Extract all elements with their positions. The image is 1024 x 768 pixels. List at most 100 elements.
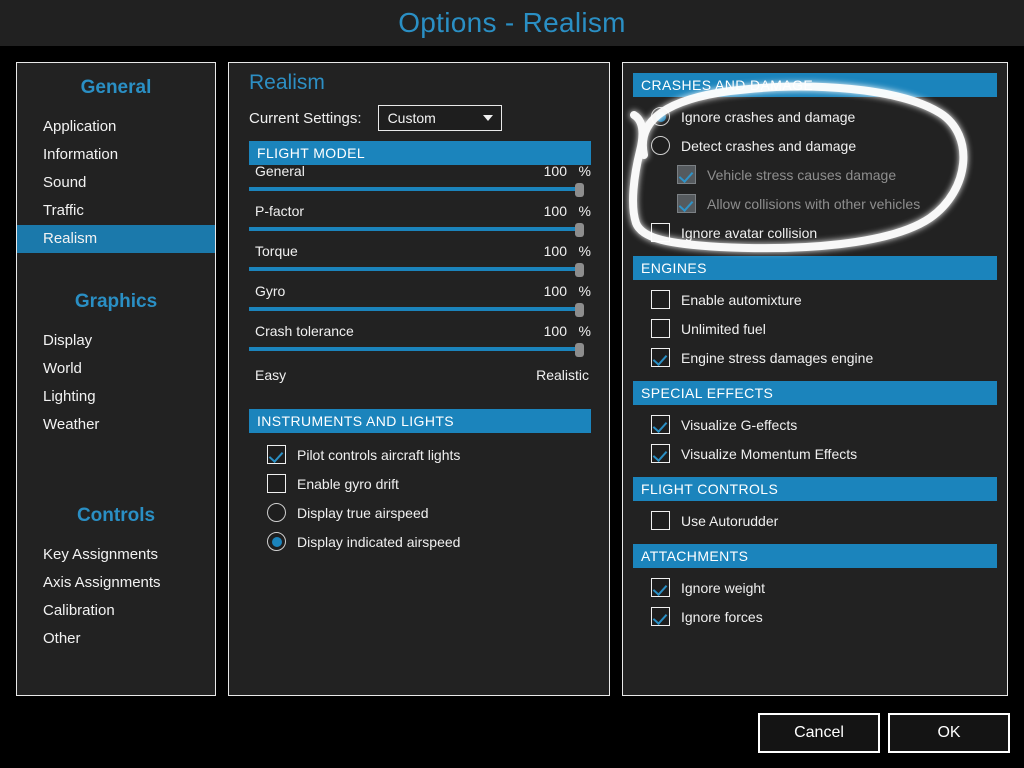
sidebar-item-axis-assignments[interactable]: Axis Assignments <box>17 569 215 597</box>
panel-title: Realism <box>249 71 325 94</box>
current-settings-row: Current Settings: Custom <box>249 105 502 131</box>
checkbox-icon[interactable] <box>651 348 670 367</box>
option-use-autorudder[interactable]: Use Autorudder <box>651 511 1007 530</box>
radio-icon[interactable] <box>267 532 286 551</box>
checkbox-icon[interactable] <box>651 511 670 530</box>
radio-icon[interactable] <box>651 107 670 126</box>
option-enable-gyro-drift[interactable]: Enable gyro drift <box>267 474 597 493</box>
realism-settings-panel: Realism Current Settings: Custom FLIGHT … <box>228 62 610 696</box>
slider-track[interactable] <box>249 183 591 197</box>
slider-track[interactable] <box>249 223 591 237</box>
section-header-engines: ENGINES <box>633 256 997 280</box>
option-label: Ignore avatar collision <box>681 224 818 241</box>
ok-button[interactable]: OK <box>888 713 1010 753</box>
checkbox-icon[interactable] <box>651 444 670 463</box>
checkbox-icon[interactable] <box>651 607 670 626</box>
slider-thumb[interactable] <box>574 223 584 237</box>
option-label: Detect crashes and damage <box>681 137 857 154</box>
checkbox-icon[interactable] <box>651 290 670 309</box>
option-label: Vehicle stress causes damage <box>707 166 897 183</box>
sidebar-group-general: General Application Information Sound Traffi… <box>17 77 215 253</box>
slider-track[interactable] <box>249 343 591 357</box>
slider-thumb[interactable] <box>574 183 584 197</box>
option-visualize-momentum-effects[interactable]: Visualize Momentum Effects <box>651 444 1007 463</box>
section-options: Ignore crashes and damage Detect crashes … <box>651 107 1007 242</box>
sidebar-group-heading: Graphics <box>74 291 158 312</box>
slider-fill <box>249 187 576 191</box>
option-ignore-crashes-and-damage[interactable]: Ignore crashes and damage <box>651 107 1007 126</box>
slider-row: P-factor 100% <box>249 203 591 237</box>
option-engine-stress-damages-engine[interactable]: Engine stress damages engine <box>651 348 1007 367</box>
option-visualize-g-effects[interactable]: Visualize G-effects <box>651 415 1007 434</box>
slider-header: Torque 100% <box>249 243 591 263</box>
flight-model-sliders: General 100% P-factor 100% Torque 100% Gyro 100… <box>249 163 591 383</box>
sidebar-item-lighting[interactable]: Lighting <box>17 383 215 411</box>
sidebar-item-world[interactable]: World <box>17 355 215 383</box>
checkbox-icon[interactable] <box>651 578 670 597</box>
option-detect-crashes-and-damage[interactable]: Detect crashes and damage <box>651 136 1007 155</box>
slider-thumb[interactable] <box>574 263 584 277</box>
sidebar-nav-panel: General Application Information Sound Traffi… <box>16 62 216 696</box>
slider-track[interactable] <box>249 263 591 277</box>
checkbox-icon[interactable] <box>651 223 670 242</box>
radio-icon[interactable] <box>267 503 286 522</box>
sidebar-group-heading: Controls <box>76 505 156 526</box>
slider-fill <box>249 267 576 271</box>
sidebar-item-other[interactable]: Other <box>17 625 215 653</box>
option-label: Display indicated airspeed <box>297 533 461 550</box>
current-settings-label: Current Settings: <box>249 109 362 127</box>
sidebar-item-information[interactable]: Information <box>17 141 215 169</box>
section-options: Use Autorudder <box>651 511 1007 530</box>
slider-header: General 100% <box>249 163 591 183</box>
option-enable-automixture[interactable]: Enable automixture <box>651 290 1007 309</box>
sidebar-item-weather[interactable]: Weather <box>17 411 215 439</box>
slider-fill <box>249 347 576 351</box>
section-header-flight-controls: FLIGHT CONTROLS <box>633 477 997 501</box>
sidebar-item-calibration[interactable]: Calibration <box>17 597 215 625</box>
option-label: Allow collisions with other vehicles <box>707 195 921 212</box>
slider-value: 100 <box>543 203 567 219</box>
section-options: Enable automixture Unlimited fuel Engine s… <box>651 290 1007 367</box>
slider-header: P-factor 100% <box>249 203 591 223</box>
checkbox-icon <box>677 194 696 213</box>
checkbox-icon[interactable] <box>651 319 670 338</box>
option-unlimited-fuel[interactable]: Unlimited fuel <box>651 319 1007 338</box>
option-label: Pilot controls aircraft lights <box>297 446 461 463</box>
checkbox-icon[interactable] <box>267 474 286 493</box>
option-label: Engine stress damages engine <box>681 349 874 366</box>
slider-unit: % <box>578 283 591 299</box>
slider-thumb[interactable] <box>574 343 584 357</box>
option-label: Ignore weight <box>681 579 766 596</box>
section-options: Ignore weight Ignore forces <box>651 578 1007 626</box>
cancel-button[interactable]: Cancel <box>758 713 880 753</box>
option-ignore-forces[interactable]: Ignore forces <box>651 607 1007 626</box>
current-settings-select[interactable]: Custom <box>377 105 502 131</box>
options-dialog: Options - Realism General Application Info… <box>0 0 1024 768</box>
realism-toggles-panel: CRASHES AND DAMAGE Ignore crashes and dam… <box>622 62 1008 696</box>
option-ignore-weight[interactable]: Ignore weight <box>651 578 1007 597</box>
section-header-instruments: INSTRUMENTS AND LIGHTS <box>249 409 591 433</box>
option-ignore-avatar-collision[interactable]: Ignore avatar collision <box>651 223 1007 242</box>
scale-min-label: Easy <box>255 367 287 383</box>
sidebar-item-realism[interactable]: Realism <box>17 225 215 253</box>
option-display-indicated-airspeed[interactable]: Display indicated airspeed <box>267 532 597 551</box>
option-display-true-airspeed[interactable]: Display true airspeed <box>267 503 597 522</box>
sidebar-item-sound[interactable]: Sound <box>17 169 215 197</box>
slider-track[interactable] <box>249 303 591 317</box>
option-label: Visualize G-effects <box>681 416 798 433</box>
checkbox-icon[interactable] <box>267 445 286 464</box>
sidebar-item-traffic[interactable]: Traffic <box>17 197 215 225</box>
sidebar-item-display[interactable]: Display <box>17 327 215 355</box>
option-pilot-controls-aircraft-lights[interactable]: Pilot controls aircraft lights <box>267 445 597 464</box>
radio-icon[interactable] <box>651 136 670 155</box>
slider-fill <box>249 307 576 311</box>
sidebar-item-application[interactable]: Application <box>17 113 215 141</box>
scale-max-label: Realistic <box>536 367 589 383</box>
checkbox-icon[interactable] <box>651 415 670 434</box>
option-allow-collisions-with-other-vehicles: Allow collisions with other vehicles <box>677 194 1007 213</box>
sidebar-item-key-assignments[interactable]: Key Assignments <box>17 541 215 569</box>
slider-header: Crash tolerance 100% <box>249 323 591 343</box>
slider-row: Gyro 100% <box>249 283 591 317</box>
slider-thumb[interactable] <box>574 303 584 317</box>
option-label: Ignore forces <box>681 608 763 625</box>
